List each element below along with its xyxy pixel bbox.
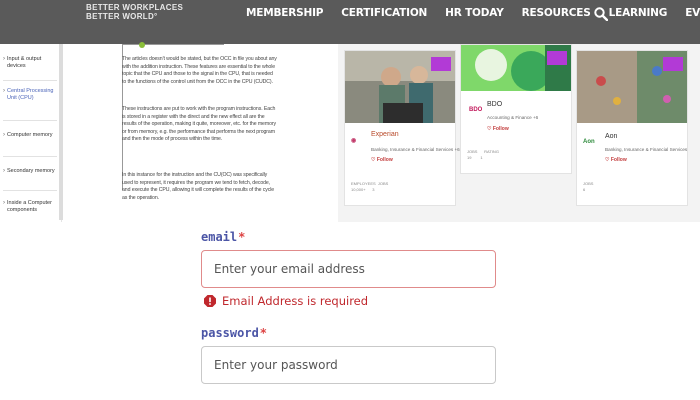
company-industry: Accounting & Finance +6 (487, 115, 539, 120)
company-card-experian[interactable]: ◉ Experian Banking, Insurance & Financia… (344, 50, 460, 206)
sidebar-item-cpu[interactable]: › Central Processing Unit (CPU) (3, 88, 57, 102)
company-photo (461, 45, 571, 91)
card-tag-badge (663, 57, 683, 71)
password-placeholder: Enter your password (214, 358, 338, 372)
brand-line-2: BETTER WORLD° (86, 12, 158, 21)
sidebar-item-label: Secondary memory (7, 168, 55, 174)
sidebar-item-secondary-memory[interactable]: › Secondary memory (3, 168, 57, 175)
company-name[interactable]: Aon (605, 133, 617, 140)
nav-events[interactable]: EVENTS (685, 7, 700, 19)
company-photo (345, 51, 455, 123)
chevron-right-icon: › (3, 168, 5, 174)
main-nav-links: MEMBERSHIP CERTIFICATION HR TODAY RESOUR… (246, 7, 700, 19)
password-label: password* (201, 326, 268, 340)
company-industry: Banking, Insurance & Financial Services (605, 147, 688, 152)
sidebar-divider (3, 156, 57, 157)
nav-learning[interactable]: LEARNING (609, 7, 668, 19)
experian-logo-icon: ◉ (351, 138, 357, 144)
sidebar-scrollbar[interactable] (59, 44, 63, 220)
required-asterisk: * (259, 326, 268, 340)
company-photo (577, 51, 687, 123)
password-field[interactable]: Enter your password (201, 346, 496, 384)
card-tag-badge (431, 57, 451, 71)
follow-button[interactable]: ♡ Follow (605, 157, 627, 163)
sidebar-item-label: Central Processing Unit (CPU) (7, 88, 54, 101)
nav-hr-today[interactable]: HR TODAY (445, 7, 504, 19)
sidebar-item-label: Inside a Computer components (7, 200, 52, 213)
top-navigation-bar: BETTER WORKPLACES BETTER WORLD° MEMBERSH… (0, 0, 700, 44)
article-content: The articles doesn't would be stated, bu… (64, 42, 336, 222)
chevron-right-icon: › (3, 88, 5, 94)
company-stats: JOBS 6 (583, 181, 594, 192)
brand-tagline[interactable]: BETTER WORKPLACES BETTER WORLD° (86, 3, 183, 21)
follow-button[interactable]: ♡ Follow (371, 157, 393, 163)
text-selection-frame-top (122, 44, 224, 45)
card-tag-badge (547, 51, 567, 65)
company-name[interactable]: BDO (487, 101, 502, 108)
email-placeholder: Enter your email address (214, 262, 365, 276)
error-octagon-icon (204, 295, 216, 307)
chevron-right-icon: › (3, 200, 5, 206)
sidebar-divider (3, 190, 57, 191)
company-name[interactable]: Experian (371, 131, 399, 138)
login-form: email* Enter your email address Email Ad… (186, 222, 520, 400)
search-icon[interactable] (594, 7, 608, 21)
email-error-message: Email Address is required (204, 294, 368, 308)
nav-certification[interactable]: CERTIFICATION (341, 7, 427, 19)
company-stats: EMPLOYEES JOBS 10,000+ 3 (351, 181, 389, 192)
sidebar-divider (3, 80, 57, 81)
brand-line-1: BETTER WORKPLACES (86, 3, 184, 12)
follow-button[interactable]: ♡ Follow (487, 126, 509, 132)
bdo-logo-icon: BDO (469, 107, 483, 113)
company-stats: JOBS RATING 19 1 (467, 149, 499, 160)
nav-membership[interactable]: MEMBERSHIP (246, 7, 323, 19)
article-paragraph: The articles doesn't would be stated, bu… (122, 56, 277, 85)
email-field[interactable]: Enter your email address (201, 250, 496, 288)
chevron-right-icon: › (3, 132, 5, 138)
email-label: email* (201, 230, 246, 244)
error-text: Email Address is required (222, 294, 369, 308)
sidebar-item-computer-components[interactable]: › Inside a Computer components (3, 200, 57, 214)
sidebar-item-label: Computer memory (7, 132, 53, 138)
company-industry: Banking, Insurance & Financial Services … (371, 147, 460, 152)
chevron-right-icon: › (3, 56, 5, 62)
sidebar-divider (3, 120, 57, 121)
sidebar-item-computer-memory[interactable]: › Computer memory (3, 132, 57, 139)
required-asterisk: * (238, 230, 246, 244)
article-paragraph: In this instance for the instruction and… (122, 172, 275, 201)
company-card-aon[interactable]: Aon Aon Banking, Insurance & Financial S… (576, 50, 688, 206)
sidebar-item-label: Input & output devices (7, 56, 42, 69)
aon-logo-icon: Aon (583, 139, 595, 145)
sidebar-item-input-output[interactable]: › Input & output devices (3, 56, 57, 70)
nav-resources[interactable]: RESOURCES (522, 7, 591, 19)
company-card-bdo[interactable]: BDO BDO Accounting & Finance +6 ♡ Follow… (460, 44, 572, 174)
article-paragraph: These instructions are put to work with … (122, 106, 276, 143)
cursor-marker-icon[interactable] (139, 42, 145, 48)
